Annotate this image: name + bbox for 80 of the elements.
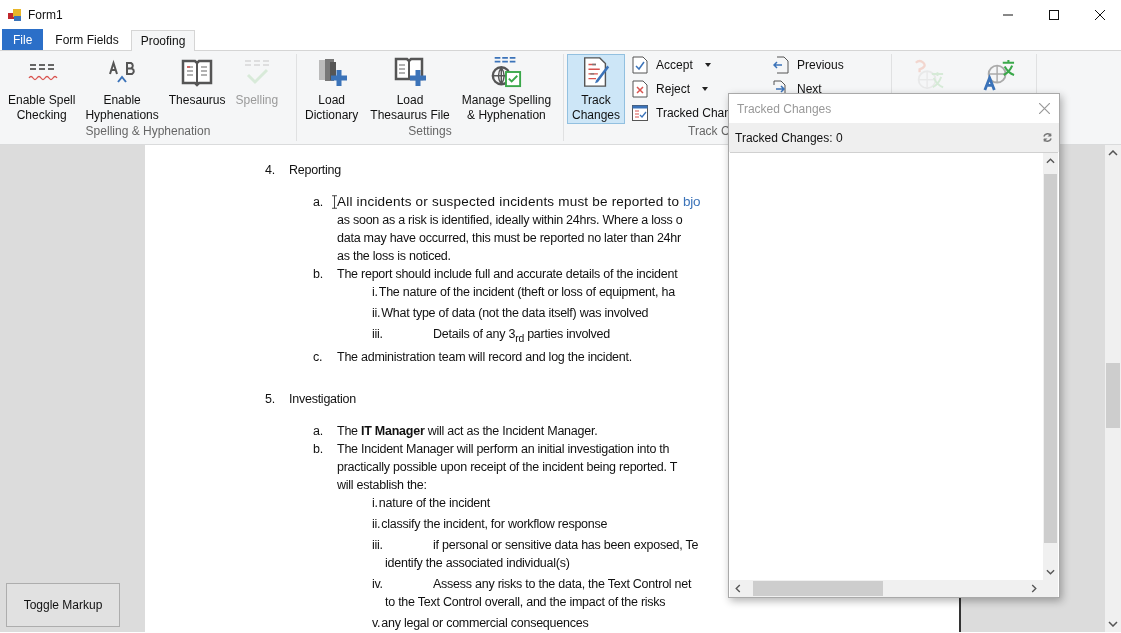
scrollbar-thumb[interactable]: [1044, 174, 1057, 543]
list-marker: b.: [313, 440, 324, 458]
refresh-icon[interactable]: [1042, 132, 1053, 143]
ribbon-button[interactable]: Track Changes: [567, 54, 626, 124]
text-line: identify the associated individual(s): [385, 555, 570, 570]
text-line: The nature of the incident (theft or loss of equipment, ha: [378, 284, 675, 301]
book-plus-icon: [394, 56, 427, 88]
text-line: Assess any risks to the data, the Text Control net: [433, 575, 692, 593]
translate-icon: [981, 59, 1017, 91]
text-line: The Incident Manager will perform an initial investigation into th: [337, 441, 670, 456]
scrollbar-thumb[interactable]: [1106, 363, 1120, 428]
ribbon-small-button[interactable]: Reject: [629, 78, 734, 100]
close-icon[interactable]: [1095, 9, 1105, 20]
ribbon-small-button[interactable]: Accept: [629, 54, 734, 76]
ribbon-tab[interactable]: Form Fields: [45, 29, 129, 50]
scroll-down-icon[interactable]: [1108, 621, 1118, 627]
text-line: nature of the incident: [378, 494, 490, 512]
window-title: Form1: [28, 7, 63, 22]
ribbon-button[interactable]: Thesaurus: [163, 54, 231, 124]
text-line: Details of any 3$_{rd}$ parties involved: [433, 326, 610, 346]
list-marker: a.: [313, 194, 324, 211]
checklist-icon: [632, 105, 649, 121]
ribbon-tab[interactable]: Proofing: [130, 30, 196, 51]
ribbon-button[interactable]: Manage Spelling & Hyphenation: [456, 54, 557, 124]
caret-icon: [702, 87, 709, 91]
text-line: practically possible upon receipt of the incident being reported. T: [337, 459, 678, 474]
list-marker: iii.: [372, 326, 384, 343]
tracked-changes-count: Tracked Changes: 0: [735, 130, 843, 145]
scroll-up-icon[interactable]: [1108, 150, 1118, 156]
caret-icon: [704, 63, 711, 67]
text-line: All incidents or suspected incidents must be reported to: [337, 194, 681, 209]
list-marker: iv.: [372, 575, 384, 593]
text-line: will establish the:: [337, 477, 427, 492]
text-line: The IT Manager will act as the Incident Manager.: [337, 423, 598, 438]
maximize-icon[interactable]: [1049, 9, 1059, 20]
list-marker: b.: [313, 266, 324, 283]
scroll-up-icon[interactable]: [1046, 158, 1055, 164]
text-line: classify the incident, for workflow response: [381, 515, 608, 533]
ribbon-button[interactable]: Enable Spell Checking: [3, 54, 81, 124]
panel-title: Tracked Changes: [737, 101, 832, 116]
list-marker: ii.: [372, 305, 381, 322]
list-marker: c.: [313, 348, 324, 366]
list-number: 5.: [265, 390, 276, 408]
text-line: as soon as a risk is identified, ideally within 24hrs. Where a loss o: [337, 213, 683, 227]
toggle-markup-button[interactable]: Toggle Markup: [6, 583, 120, 627]
document-x-icon: [632, 80, 649, 98]
document-arrow-left-icon: [773, 56, 789, 74]
text-line: The report should include full and accurate details of the incident: [337, 267, 678, 281]
app-icon: [8, 7, 22, 22]
text-cursor-icon: [332, 194, 337, 210]
list-marker: iii.: [372, 536, 384, 554]
list-marker: a.: [313, 422, 324, 440]
text-line: as the loss is noticed.: [337, 249, 451, 263]
email-link[interactable]: bjo: [683, 194, 701, 209]
document-check-icon: [632, 56, 649, 74]
text-line: to the Text Control overall, and the impact of the risks: [385, 594, 666, 609]
text-line: any legal or commercial consequences: [381, 614, 589, 632]
vertical-scrollbar[interactable]: [1105, 145, 1121, 632]
group-label: Settings: [408, 124, 452, 138]
list-number: 4.: [265, 162, 276, 179]
ribbon-button[interactable]: Load Dictionary: [300, 54, 364, 124]
list-marker: i.: [372, 284, 378, 301]
text-line: data may have occurred, this must be reported no later than 24hr: [337, 231, 681, 245]
ribbon-tab[interactable]: File: [2, 29, 44, 50]
ribbon-button[interactable]: Enable Hyphenations: [80, 54, 164, 124]
text-line: What type of data (not the data itself) was involved: [381, 305, 649, 322]
ribbon-button[interactable]: Load Thesaurus File: [365, 54, 455, 124]
scrollbar-thumb[interactable]: [753, 581, 883, 596]
text-line: The administration team will record and log the incident.: [337, 349, 632, 364]
text-line: if personal or sensitive data has been exposed, Te: [433, 536, 699, 554]
group-label: Spelling & Hyphenation: [85, 124, 211, 138]
ribbon-small-button[interactable]: Previous: [770, 54, 847, 76]
section-heading: Investigation: [289, 390, 356, 408]
scroll-left-icon[interactable]: [735, 584, 741, 593]
section-heading: Reporting: [289, 162, 341, 179]
scroll-right-icon[interactable]: [1031, 584, 1037, 593]
list-marker: v.: [372, 614, 381, 632]
list-marker: i.: [372, 494, 378, 512]
scroll-down-icon[interactable]: [1046, 569, 1055, 575]
list-marker: ii.: [372, 515, 381, 533]
